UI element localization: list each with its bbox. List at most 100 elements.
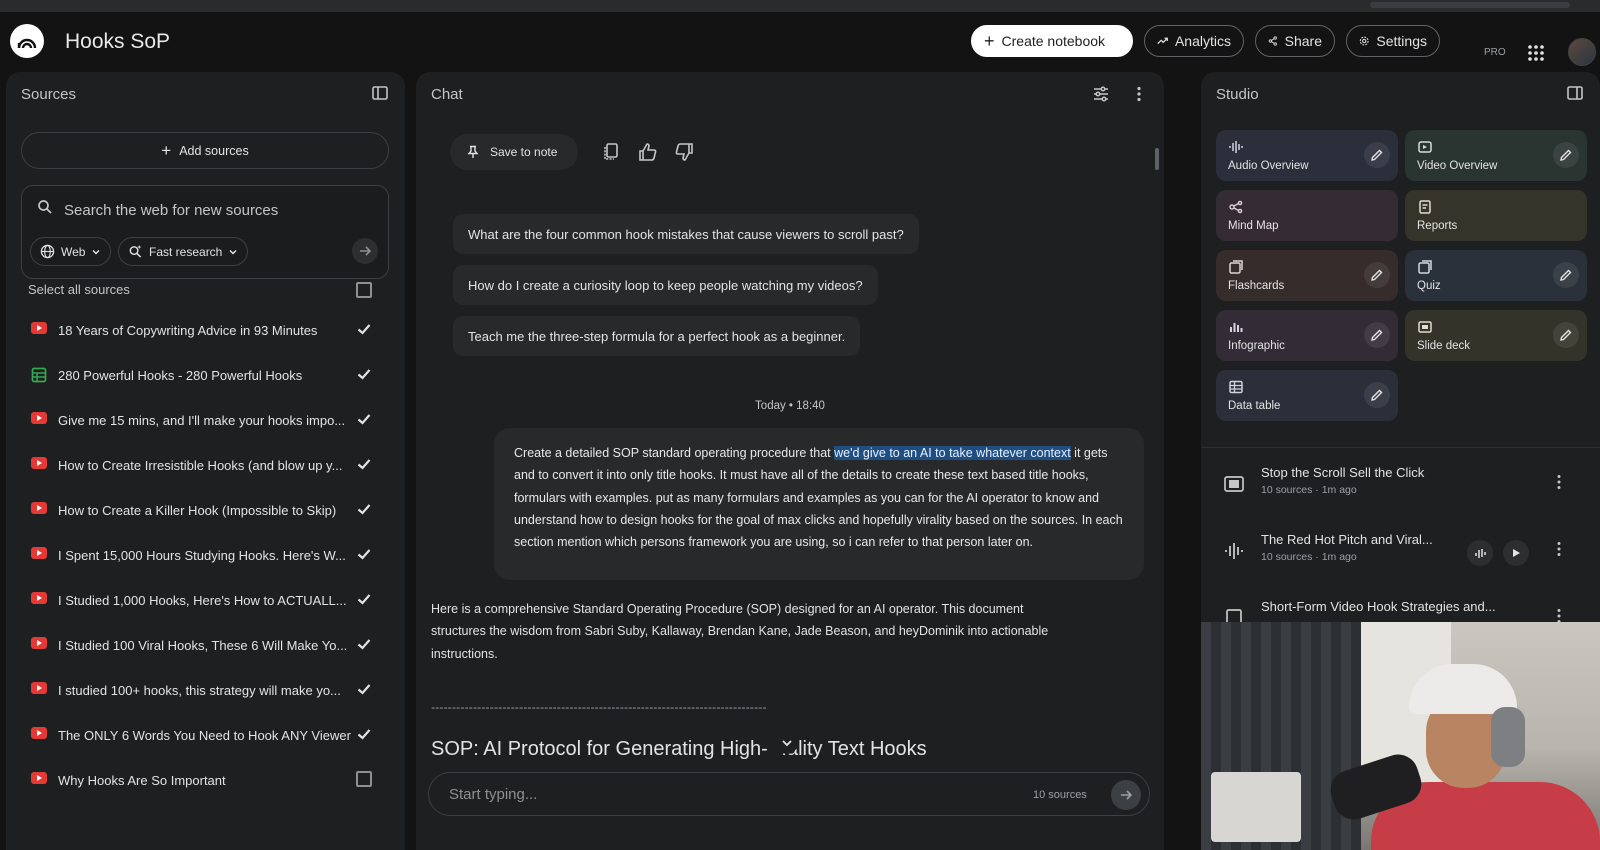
studio-tile-slide-deck[interactable]: Slide deck — [1405, 310, 1587, 361]
source-item-label: The ONLY 6 Words You Need to Hook ANY Vi… — [58, 728, 351, 743]
video-icon — [1418, 141, 1432, 153]
studio-tile-flashcards[interactable]: Flashcards — [1216, 250, 1398, 301]
checkbox[interactable] — [356, 771, 372, 787]
youtube-icon — [31, 457, 47, 469]
suggested-question[interactable]: Teach me the three-step formula for a pe… — [453, 316, 861, 356]
chat-panel: Chat Save to note What are the four comm… — [416, 72, 1164, 850]
checked-checkbox[interactable] — [356, 546, 372, 562]
studio-tile-data-table[interactable]: Data table — [1216, 370, 1398, 421]
edit-button[interactable] — [1553, 262, 1579, 288]
youtube-icon — [31, 412, 47, 424]
suggested-question[interactable]: What are the four common hook mistakes t… — [453, 214, 919, 254]
studio-tile-label: Quiz — [1417, 280, 1441, 292]
share-button[interactable]: Share — [1255, 25, 1335, 57]
checked-checkbox[interactable] — [356, 321, 372, 337]
collapse-panel-icon[interactable] — [371, 84, 389, 102]
studio-tile-video-overview[interactable]: Video Overview — [1405, 130, 1587, 181]
interactive-mode-button[interactable] — [1467, 540, 1493, 566]
edit-button[interactable] — [1364, 382, 1390, 408]
source-item[interactable]: 18 Years of Copywriting Advice in 93 Min… — [6, 308, 405, 353]
source-item[interactable]: I Studied 100 Viral Hooks, These 6 Will … — [6, 623, 405, 668]
sources-panel: Sources + Add sources Search the web for… — [6, 72, 405, 850]
studio-tile-infographic[interactable]: Infographic — [1216, 310, 1398, 361]
edit-button[interactable] — [1553, 142, 1579, 168]
pro-badge: PRO — [1484, 47, 1506, 58]
collapse-panel-icon[interactable] — [1566, 84, 1584, 102]
copy-icon[interactable] — [602, 142, 620, 162]
notebooklm-logo[interactable] — [10, 24, 44, 58]
studio-tile-label: Reports — [1417, 220, 1458, 232]
select-all-checkbox[interactable] — [356, 282, 372, 298]
add-sources-button[interactable]: + Add sources — [21, 132, 389, 169]
source-item[interactable]: I Spent 15,000 Hours Studying Hooks. Her… — [6, 533, 405, 578]
checked-checkbox[interactable] — [356, 726, 372, 742]
search-input[interactable]: Search the web for new sources — [64, 202, 278, 219]
artifact-title: Stop the Scroll Sell the Click — [1261, 465, 1425, 480]
chevron-down-icon — [782, 740, 792, 747]
thumbs-down-icon[interactable] — [674, 142, 694, 162]
research-mode-dropdown[interactable]: Fast research — [118, 237, 249, 266]
youtube-icon — [31, 682, 47, 694]
analytics-button[interactable]: Analytics — [1144, 25, 1244, 57]
edit-button[interactable] — [1364, 142, 1390, 168]
chat-input[interactable]: Start typing... 10 sources — [428, 772, 1150, 816]
source-item[interactable]: How to Create Irresistible Hooks (and bl… — [6, 443, 405, 488]
pencil-icon — [1560, 329, 1572, 341]
studio-artifact[interactable]: The Red Hot Pitch and Viral... 10 sources… — [1201, 524, 1600, 584]
checked-checkbox[interactable] — [356, 591, 372, 607]
source-item[interactable]: 280 Powerful Hooks - 280 Powerful Hooks — [6, 353, 405, 398]
source-item[interactable]: Give me 15 mins, and I'll make your hook… — [6, 398, 405, 443]
source-item-label: 280 Powerful Hooks - 280 Powerful Hooks — [58, 368, 303, 383]
play-button[interactable] — [1503, 540, 1529, 566]
more-vert-icon[interactable] — [1130, 85, 1148, 103]
scroll-down-button[interactable] — [776, 732, 798, 754]
checked-checkbox[interactable] — [356, 456, 372, 472]
tune-icon[interactable] — [1092, 85, 1110, 103]
source-item[interactable]: I Studied 1,000 Hooks, Here's How to ACT… — [6, 578, 405, 623]
studio-tile-mind-map[interactable]: Mind Map — [1216, 190, 1398, 241]
studio-tile-quiz[interactable]: Quiz — [1405, 250, 1587, 301]
web-search-box: Search the web for new sources Web Fast … — [21, 185, 389, 279]
checked-checkbox[interactable] — [356, 411, 372, 427]
youtube-icon — [31, 322, 47, 334]
studio-title: Studio — [1216, 86, 1259, 103]
source-item-label: I Spent 15,000 Hours Studying Hooks. Her… — [58, 548, 346, 563]
audio-wave-icon — [1229, 141, 1243, 153]
more-vert-icon[interactable] — [1551, 540, 1567, 558]
source-item[interactable]: Why Hooks Are So Important — [6, 758, 405, 803]
source-item-label: I Studied 100 Viral Hooks, These 6 Will … — [58, 638, 348, 653]
studio-tile-label: Slide deck — [1417, 340, 1471, 352]
checked-checkbox[interactable] — [356, 681, 372, 697]
web-source-dropdown[interactable]: Web — [30, 237, 112, 266]
checked-checkbox[interactable] — [356, 636, 372, 652]
more-vert-icon[interactable] — [1551, 473, 1567, 491]
studio-tile-audio-overview[interactable]: Audio Overview — [1216, 130, 1398, 181]
submit-search-button[interactable] — [352, 238, 378, 264]
studio-artifact[interactable]: Stop the Scroll Sell the Click 10 sources… — [1201, 457, 1600, 517]
notebook-title[interactable]: Hooks SoP — [65, 30, 170, 54]
checked-checkbox[interactable] — [356, 501, 372, 517]
settings-button[interactable]: Settings — [1346, 25, 1440, 57]
chat-scrollbar[interactable] — [1155, 148, 1159, 170]
edit-button[interactable] — [1364, 322, 1390, 348]
source-item[interactable]: How to Create a Killer Hook (Impossible … — [6, 488, 405, 533]
interactive-icon — [1475, 549, 1486, 558]
studio-tile-label: Data table — [1228, 400, 1281, 412]
checked-checkbox[interactable] — [356, 366, 372, 382]
edit-button[interactable] — [1553, 322, 1579, 348]
response-divider: ----------------------------------------… — [431, 700, 767, 714]
source-item-label: Why Hooks Are So Important — [58, 773, 226, 788]
user-message-text: it gets and to convert it into only titl… — [514, 446, 1123, 550]
thumbs-up-icon[interactable] — [638, 142, 658, 162]
user-avatar[interactable] — [1568, 38, 1596, 66]
save-to-note-button[interactable]: Save to note — [450, 134, 578, 170]
apps-grid-icon[interactable] — [1528, 45, 1544, 61]
edit-button[interactable] — [1364, 262, 1390, 288]
send-button[interactable] — [1111, 780, 1141, 810]
suggested-question[interactable]: How do I create a curiosity loop to keep… — [453, 265, 878, 305]
source-item[interactable]: I studied 100+ hooks, this strategy will… — [6, 668, 405, 713]
source-item[interactable]: The ONLY 6 Words You Need to Hook ANY Vi… — [6, 713, 405, 758]
studio-tile-reports[interactable]: Reports — [1405, 190, 1587, 241]
source-item-label: I studied 100+ hooks, this strategy will… — [58, 683, 341, 698]
create-notebook-button[interactable]: + Create notebook — [971, 25, 1133, 57]
